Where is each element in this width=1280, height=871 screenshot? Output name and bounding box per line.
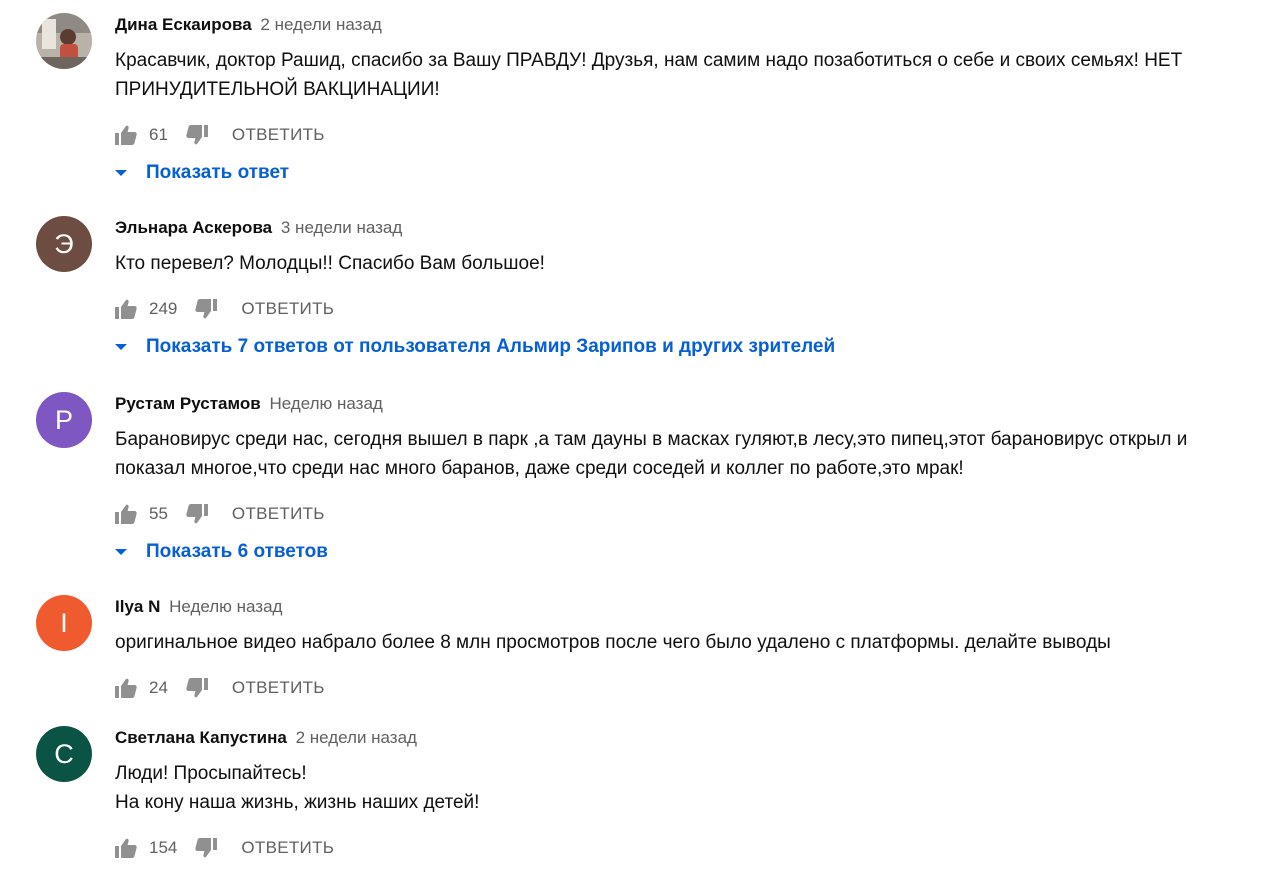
thumbs-up-icon bbox=[115, 125, 137, 145]
reply-button[interactable]: ОТВЕТИТЬ bbox=[232, 504, 325, 524]
comment-text: Красавчик, доктор Рашид, спасибо за Вашу… bbox=[115, 50, 1183, 100]
reply-button[interactable]: ОТВЕТИТЬ bbox=[232, 678, 325, 698]
like-button[interactable] bbox=[115, 837, 137, 859]
like-button[interactable] bbox=[115, 124, 137, 146]
avatar[interactable]: С bbox=[36, 726, 92, 782]
thumbs-down-icon bbox=[186, 125, 208, 145]
like-button[interactable] bbox=[115, 677, 137, 699]
avatar[interactable]: Э bbox=[36, 216, 92, 272]
reply-button[interactable]: ОТВЕТИТЬ bbox=[232, 125, 325, 145]
comment-author[interactable]: Ilya N bbox=[115, 597, 160, 616]
like-count: 61 bbox=[149, 125, 168, 144]
show-replies-label: Показать 7 ответов от пользователя Альми… bbox=[146, 336, 836, 357]
comment-actions: 154 ОТВЕТИТЬ bbox=[115, 833, 1240, 863]
comment-header: Ilya N Неделю назад bbox=[115, 596, 1240, 618]
comment-timestamp[interactable]: Неделю назад bbox=[169, 597, 282, 616]
avatar[interactable]: Р bbox=[36, 392, 92, 448]
thumbs-up-icon bbox=[115, 678, 137, 698]
caret-down-icon bbox=[115, 344, 127, 350]
comment-timestamp[interactable]: 3 недели назад bbox=[281, 218, 402, 237]
avatar-letter: I bbox=[60, 607, 68, 638]
comment-author[interactable]: Дина Ескаирова bbox=[115, 15, 252, 34]
thumbs-down-icon bbox=[195, 838, 218, 858]
avatar-letter: Э bbox=[54, 228, 74, 259]
thumbs-down-icon bbox=[195, 299, 218, 319]
like-count: 55 bbox=[149, 504, 168, 523]
comment-timestamp[interactable]: 2 недели назад bbox=[296, 728, 417, 747]
dislike-button[interactable] bbox=[186, 124, 208, 146]
caret-down-icon bbox=[115, 549, 127, 555]
comment-timestamp[interactable]: Неделю назад bbox=[269, 394, 382, 413]
comment-actions: 24 ОТВЕТИТЬ bbox=[115, 673, 1240, 703]
comment-body: Ilya N Неделю назад оригинальное видео н… bbox=[115, 596, 1240, 703]
dislike-button[interactable] bbox=[186, 677, 208, 699]
comment-text: Барановирус среди нас, сегодня вышел в п… bbox=[115, 429, 1188, 479]
show-replies-label: Показать 6 ответов bbox=[146, 541, 328, 562]
comment-header: Рустам Рустамов Неделю назад bbox=[115, 393, 1240, 415]
dislike-button[interactable] bbox=[186, 503, 208, 525]
comment-actions: 249 ОТВЕТИТЬ bbox=[115, 294, 1240, 324]
comment-body: Рустам Рустамов Неделю назад Барановирус… bbox=[115, 393, 1240, 567]
show-replies-label: Показать ответ bbox=[146, 162, 290, 183]
like-count: 24 bbox=[149, 678, 168, 697]
comment-author[interactable]: Эльнара Аскерова bbox=[115, 218, 272, 237]
comment-author[interactable]: Светлана Капустина bbox=[115, 728, 287, 747]
comment-body: Светлана Капустина 2 недели назад Люди! … bbox=[115, 727, 1240, 863]
avatar-letter: С bbox=[54, 738, 74, 769]
thumbs-down-icon bbox=[186, 678, 208, 698]
show-replies-button[interactable]: Показать 7 ответов от пользователя Альми… bbox=[115, 332, 1240, 362]
avatar[interactable]: I bbox=[36, 595, 92, 651]
comment-text: оригинальное видео набрало более 8 млн п… bbox=[115, 632, 1111, 653]
show-replies-button[interactable]: Показать 6 ответов bbox=[115, 537, 1240, 567]
like-count: 249 bbox=[149, 299, 178, 318]
dislike-button[interactable] bbox=[195, 837, 218, 859]
thumbs-up-icon bbox=[115, 299, 137, 319]
comment-actions: 61 ОТВЕТИТЬ bbox=[115, 120, 1240, 150]
caret-down-icon bbox=[115, 170, 127, 176]
comment-actions: 55 ОТВЕТИТЬ bbox=[115, 499, 1240, 529]
avatar[interactable] bbox=[36, 13, 92, 69]
thumbs-up-icon bbox=[115, 504, 137, 524]
comment-header: Эльнара Аскерова 3 недели назад bbox=[115, 217, 1240, 239]
dislike-button[interactable] bbox=[195, 298, 218, 320]
avatar-letter: Р bbox=[54, 404, 73, 435]
like-button[interactable] bbox=[115, 503, 137, 525]
comment-text: Кто перевел? Молодцы!! Спасибо Вам больш… bbox=[115, 253, 545, 274]
thumbs-up-icon bbox=[115, 838, 137, 858]
reply-button[interactable]: ОТВЕТИТЬ bbox=[241, 838, 334, 858]
comment-text: Люди! Просыпайтесь! На кону наша жизнь, … bbox=[115, 763, 480, 813]
like-count: 154 bbox=[149, 838, 178, 857]
show-replies-button[interactable]: Показать ответ bbox=[115, 158, 1240, 188]
comment-author[interactable]: Рустам Рустамов bbox=[115, 394, 261, 413]
thumbs-down-icon bbox=[186, 504, 208, 524]
comment-header: Светлана Капустина 2 недели назад bbox=[115, 727, 1240, 749]
avatar-photo-icon bbox=[36, 13, 92, 69]
comment-body: Эльнара Аскерова 3 недели назад Кто пере… bbox=[115, 217, 1240, 362]
comment-body: Дина Ескаирова 2 недели назад Красавчик,… bbox=[115, 14, 1240, 188]
like-button[interactable] bbox=[115, 298, 137, 320]
comment-header: Дина Ескаирова 2 недели назад bbox=[115, 14, 1240, 36]
reply-button[interactable]: ОТВЕТИТЬ bbox=[241, 299, 334, 319]
comment-timestamp[interactable]: 2 недели назад bbox=[260, 15, 381, 34]
